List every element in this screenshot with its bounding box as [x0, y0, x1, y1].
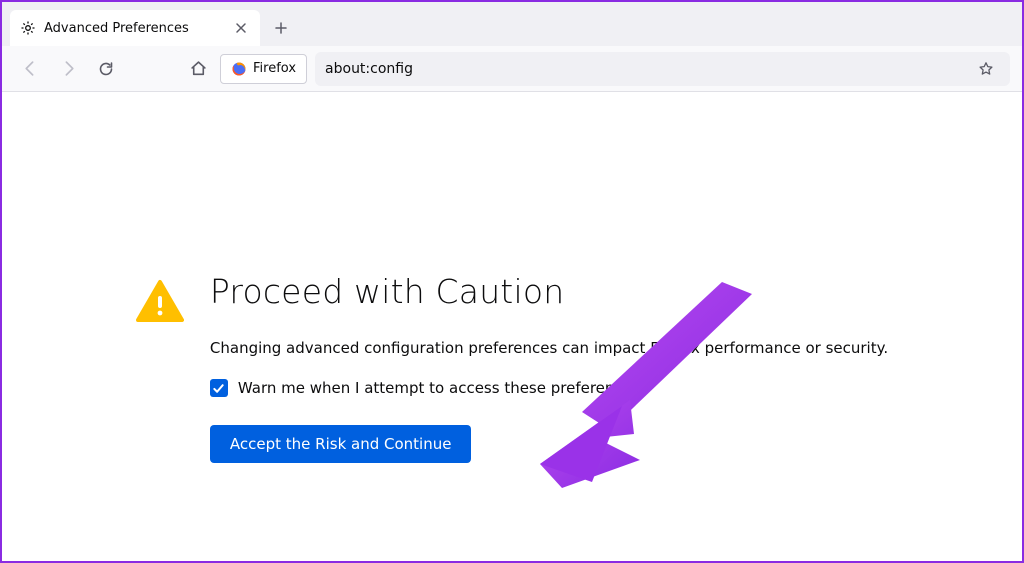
tab-title: Advanced Preferences	[44, 21, 224, 36]
accept-risk-button[interactable]: Accept the Risk and Continue	[210, 425, 472, 463]
identity-label: Firefox	[253, 61, 296, 76]
browser-tab[interactable]: Advanced Preferences	[10, 10, 260, 46]
firefox-icon	[231, 61, 247, 77]
about-config-warning: Proceed with Caution Changing advanced c…	[136, 272, 888, 463]
warning-triangle-icon	[136, 278, 184, 326]
back-button[interactable]	[14, 53, 46, 85]
close-tab-button[interactable]	[232, 19, 250, 37]
identity-box[interactable]: Firefox	[220, 54, 307, 84]
warn-again-checkbox-row[interactable]: Warn me when I attempt to access these p…	[210, 379, 888, 397]
warning-title: Proceed with Caution	[210, 272, 888, 311]
url-text: about:config	[325, 61, 964, 77]
checkbox-label: Warn me when I attempt to access these p…	[238, 379, 640, 397]
home-button[interactable]	[182, 53, 214, 85]
warning-description: Changing advanced configuration preferen…	[210, 339, 888, 357]
page-content: Proceed with Caution Changing advanced c…	[2, 92, 1022, 463]
warning-body: Proceed with Caution Changing advanced c…	[210, 272, 888, 463]
checkbox-checked-icon[interactable]	[210, 379, 228, 397]
new-tab-button[interactable]	[266, 13, 296, 43]
navigation-toolbar: Firefox about:config	[2, 46, 1022, 92]
bookmark-star-button[interactable]	[972, 55, 1000, 83]
forward-button[interactable]	[52, 53, 84, 85]
tab-strip: Advanced Preferences	[2, 2, 1022, 46]
url-bar[interactable]: about:config	[315, 52, 1010, 86]
urlbar-container: Firefox about:config	[220, 52, 1010, 86]
reload-button[interactable]	[90, 53, 122, 85]
settings-gear-icon	[20, 20, 36, 36]
